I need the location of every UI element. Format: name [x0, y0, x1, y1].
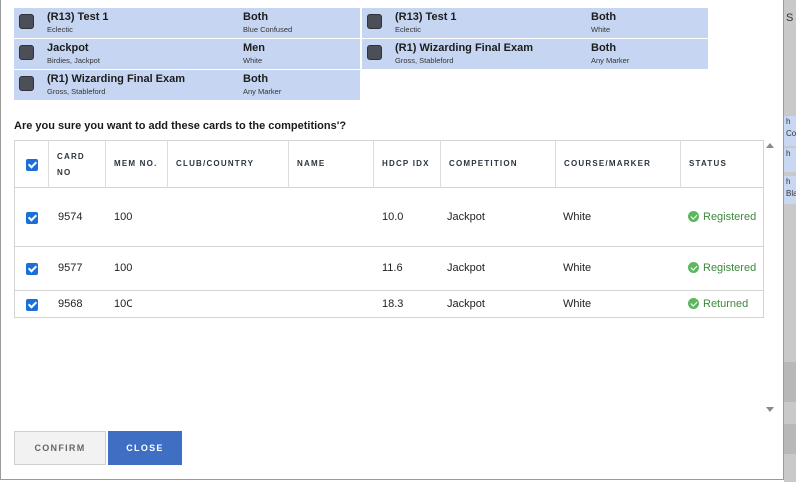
background-block — [784, 424, 796, 454]
background-card: h — [784, 148, 796, 172]
hdcp-idx: 10.0 — [382, 211, 404, 223]
confirmation-question: Are you sure you want to add these cards… — [14, 120, 347, 132]
competition-formats: Gross, Stableford — [47, 87, 106, 96]
table-row[interactable]: 9568 10C 18.3 Jackpot White Returned — [15, 291, 763, 317]
competition-card[interactable]: (R13) Test 1 Eclectic Both Blue Confused — [14, 8, 360, 38]
header-name: Name — [289, 141, 374, 188]
competition-marker: Blue Confused — [243, 25, 293, 34]
status: Returned — [688, 298, 748, 310]
check-circle-icon — [688, 211, 699, 222]
competition: Jackpot — [447, 262, 485, 274]
caret-down-icon[interactable] — [766, 407, 774, 412]
competition-name: (R13) Test 1 — [395, 11, 457, 23]
hdcp-idx: 18.3 — [382, 298, 404, 310]
close-button[interactable]: Close — [108, 431, 182, 465]
competition-gender: Men — [243, 42, 265, 54]
competition-marker: White — [243, 56, 263, 65]
check-icon[interactable] — [26, 299, 38, 311]
competition-gender: Both — [591, 11, 617, 23]
competition-gender: Both — [591, 42, 617, 54]
mem-no: 10C — [114, 298, 132, 310]
competition-marker: White — [591, 25, 611, 34]
background-page: S h Co h h Bla — [784, 0, 796, 482]
check-circle-icon — [688, 262, 699, 273]
background-card: h Bla — [784, 176, 796, 204]
table-row[interactable]: 9574 100 10.0 Jackpot White Registered — [15, 188, 763, 247]
check-icon[interactable] — [26, 263, 38, 275]
card-no: 9577 — [58, 262, 83, 274]
competition: Jackpot — [447, 298, 485, 310]
header-club-country: Club/Country — [168, 141, 289, 188]
competition-marker: Any Marker — [243, 87, 282, 96]
competition-name: (R13) Test 1 — [47, 11, 109, 23]
course-marker: White — [563, 211, 592, 223]
header-competition: Competition — [441, 141, 556, 188]
caret-up-icon[interactable] — [766, 143, 774, 148]
background-text: S — [786, 12, 794, 24]
competition-formats: Gross, Stableford — [395, 56, 454, 65]
header-status: Status — [689, 159, 728, 168]
mem-no: 100 — [114, 211, 132, 223]
status: Registered — [688, 211, 756, 223]
competition-name: (R1) Wizarding Final Exam — [395, 42, 534, 54]
competition-checkbox[interactable] — [19, 45, 34, 60]
confirm-button[interactable]: Confirm — [14, 431, 106, 465]
course-marker: White — [563, 298, 592, 310]
check-icon[interactable] — [26, 212, 38, 224]
competition-gender: Both — [243, 11, 269, 23]
competition: Jackpot — [447, 211, 485, 223]
add-cards-dialog: (R13) Test 1 Eclectic Both Blue Confused… — [0, 0, 784, 480]
competition-formats: Eclectic — [395, 25, 421, 34]
header-card-no: Card No — [49, 141, 106, 188]
background-block — [784, 362, 796, 402]
competition-marker: Any Marker — [591, 56, 630, 65]
competition-card[interactable]: (R13) Test 1 Eclectic Both White — [362, 8, 708, 38]
background-card: h Co — [784, 116, 796, 146]
header-select-all[interactable] — [15, 141, 49, 188]
competition-card[interactable]: (R1) Wizarding Final Exam Gross, Stablef… — [362, 39, 708, 69]
check-icon[interactable] — [26, 159, 38, 171]
header-hdcp-idx: HDCP IDX — [374, 141, 441, 188]
competition-checkbox[interactable] — [367, 45, 382, 60]
competition-name: Jackpot — [47, 42, 89, 54]
cards-table: Card No Mem No. Club/Country Name HDCP I… — [14, 140, 764, 318]
competition-checkbox[interactable] — [367, 14, 382, 29]
card-no: 9568 — [58, 298, 83, 310]
competition-card[interactable]: (R1) Wizarding Final Exam Gross, Stablef… — [14, 70, 360, 100]
check-circle-icon — [688, 298, 699, 309]
competition-formats: Eclectic — [47, 25, 73, 34]
table-header: Card No Mem No. Club/Country Name HDCP I… — [15, 141, 763, 188]
competition-gender: Both — [243, 73, 269, 85]
mem-no: 100 — [114, 262, 132, 274]
competition-checkbox[interactable] — [19, 76, 34, 91]
table-row[interactable]: 9577 100 11.6 Jackpot White Registered — [15, 247, 763, 291]
competition-checkbox[interactable] — [19, 14, 34, 29]
competition-name: (R1) Wizarding Final Exam — [47, 73, 186, 85]
card-no: 9574 — [58, 211, 83, 223]
status: Registered — [688, 262, 756, 274]
competition-card[interactable]: Jackpot Birdies, Jackpot Men White — [14, 39, 360, 69]
competition-formats: Birdies, Jackpot — [47, 56, 100, 65]
course-marker: White — [563, 262, 592, 274]
hdcp-idx: 11.6 — [382, 262, 403, 274]
header-course-marker: Course/Marker — [556, 141, 681, 188]
header-mem-no: Mem No. — [106, 141, 168, 188]
